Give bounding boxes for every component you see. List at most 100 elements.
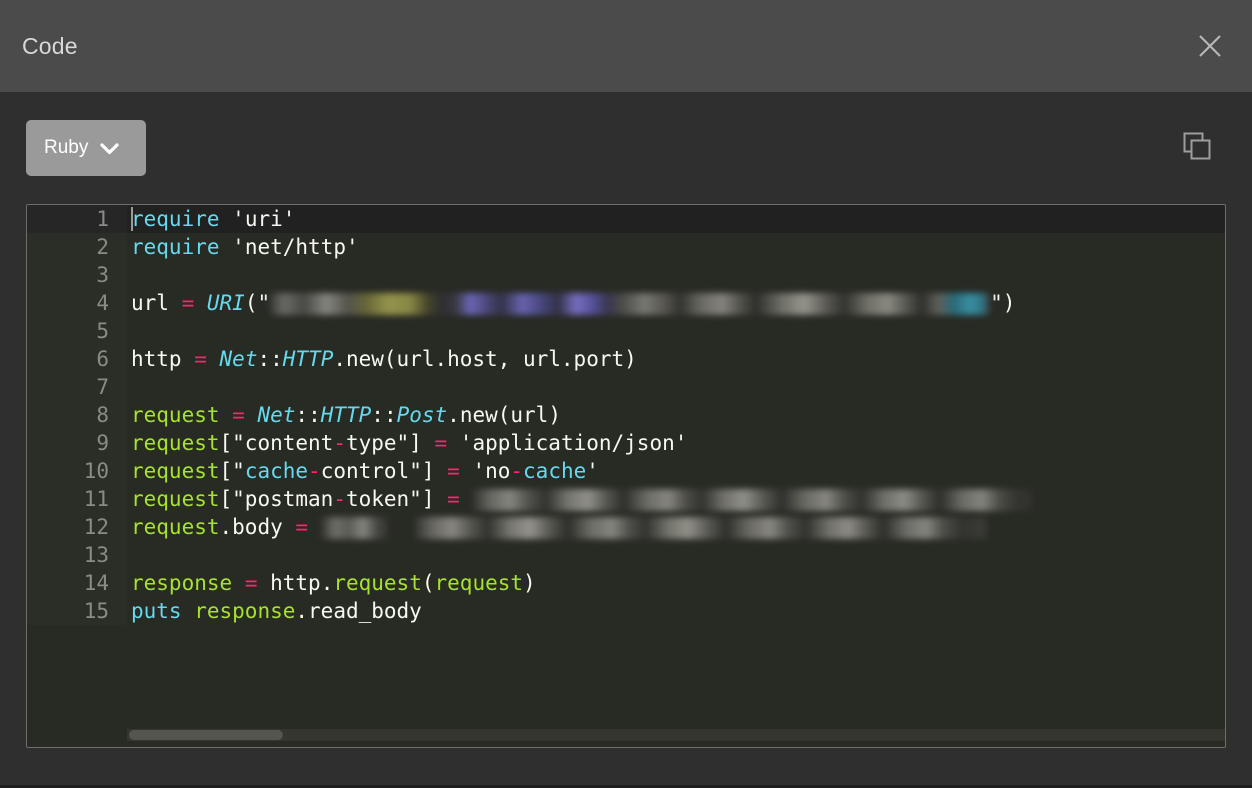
horizontal-scrollbar[interactable]	[127, 729, 1225, 741]
code-token: -	[333, 431, 346, 455]
code-token	[220, 207, 233, 231]
code-token: request	[131, 459, 220, 483]
line-number: 1	[27, 205, 127, 233]
code-token: cache	[523, 459, 586, 483]
modal-body: Ruby 1require 'uri'2require	[0, 92, 1252, 750]
code-line[interactable]: 12request.body =	[27, 513, 1225, 541]
scrollbar-track[interactable]	[127, 729, 1225, 741]
code-line-text: require 'uri'	[127, 205, 1225, 233]
code-token: 'no	[472, 459, 510, 483]
code-line[interactable]: 13	[27, 541, 1225, 569]
code-line[interactable]: 1require 'uri'	[27, 205, 1225, 233]
code-token: =	[245, 571, 258, 595]
redacted-text	[414, 517, 986, 539]
line-number: 13	[27, 541, 127, 569]
code-scroll-area[interactable]: 1require 'uri'2require 'net/http'34url =…	[27, 205, 1225, 747]
code-token: ::	[371, 403, 396, 427]
code-line[interactable]: 9request["content-type"] = 'application/…	[27, 429, 1225, 457]
text-cursor	[131, 207, 133, 231]
language-select-label: Ruby	[44, 137, 88, 159]
code-toolbar: Ruby	[0, 92, 1252, 204]
code-line-text: http = Net::HTTP.new(url.host, url.port)	[127, 345, 1225, 373]
code-token: ["postman	[220, 487, 334, 511]
code-token: -	[510, 459, 523, 483]
code-token: =	[434, 431, 447, 455]
code-line[interactable]: 14response = http.request(request)	[27, 569, 1225, 597]
code-token: ("	[245, 291, 270, 315]
line-number: 15	[27, 597, 127, 625]
code-token: cache	[245, 459, 308, 483]
code-line-text: require 'net/http'	[127, 233, 1225, 261]
code-token: require	[131, 207, 220, 231]
code-line[interactable]: 15puts response.read_body	[27, 597, 1225, 625]
code-line-text: request = Net::HTTP::Post.new(url)	[127, 401, 1225, 429]
code-line[interactable]: 10request["cache-control"] = 'no-cache'	[27, 457, 1225, 485]
code-token: =	[447, 487, 460, 511]
code-modal: Code Ruby	[0, 0, 1252, 788]
code-line[interactable]: 11request["postman-token"] =	[27, 485, 1225, 513]
page-title: Code	[22, 33, 78, 60]
code-line-text: request["postman-token"] =	[127, 485, 1225, 513]
code-token: =	[232, 403, 245, 427]
close-button[interactable]	[1188, 24, 1232, 68]
code-line-text: request["cache-control"] = 'no-cache'	[127, 457, 1225, 485]
code-token: 'uri'	[232, 207, 295, 231]
code-line[interactable]: 4url = URI("")	[27, 289, 1225, 317]
code-token: =	[194, 347, 207, 371]
code-token: puts	[131, 599, 182, 623]
code-lines: 1require 'uri'2require 'net/http'34url =…	[27, 205, 1225, 625]
code-token: request	[131, 403, 220, 427]
code-token	[194, 291, 207, 315]
code-token: request	[131, 487, 220, 511]
code-line-text: puts response.read_body	[127, 597, 1225, 625]
code-line[interactable]: 3	[27, 261, 1225, 289]
code-line[interactable]: 2require 'net/http'	[27, 233, 1225, 261]
redacted-text	[270, 293, 990, 315]
scrollbar-thumb[interactable]	[129, 730, 283, 740]
code-token: request	[131, 515, 220, 539]
code-token: http.	[270, 571, 333, 595]
code-token: =	[447, 459, 460, 483]
code-token	[257, 571, 270, 595]
line-number: 10	[27, 457, 127, 485]
code-line-text: response = http.request(request)	[127, 569, 1225, 597]
code-token: 'net/http'	[232, 235, 358, 259]
code-token: Net	[220, 347, 258, 371]
line-number: 6	[27, 345, 127, 373]
code-token: Net	[257, 403, 295, 427]
code-line[interactable]: 6http = Net::HTTP.new(url.host, url.port…	[27, 345, 1225, 373]
copy-code-button[interactable]	[1174, 125, 1220, 171]
code-token: type"]	[346, 431, 435, 455]
line-number: 2	[27, 233, 127, 261]
redacted-text	[472, 489, 1032, 511]
modal-header: Code	[0, 0, 1252, 92]
code-line-text: request["content-type"] = 'application/j…	[127, 429, 1225, 457]
code-token: ::	[295, 403, 320, 427]
code-token: .body	[220, 515, 296, 539]
code-token	[245, 403, 258, 427]
language-select[interactable]: Ruby	[26, 120, 146, 176]
code-token	[207, 347, 220, 371]
code-line-text: request.body =	[127, 513, 1225, 541]
line-number: 7	[27, 373, 127, 401]
code-line[interactable]: 8request = Net::HTTP::Post.new(url)	[27, 401, 1225, 429]
code-token	[308, 515, 321, 539]
code-editor[interactable]: 1require 'uri'2require 'net/http'34url =…	[26, 204, 1226, 748]
code-token: token"]	[346, 487, 447, 511]
code-token: require	[131, 235, 220, 259]
code-token: response	[194, 599, 295, 623]
code-token: )	[523, 571, 536, 595]
code-token	[389, 515, 414, 539]
code-token: url	[131, 291, 182, 315]
code-line[interactable]: 7	[27, 373, 1225, 401]
code-token: =	[182, 291, 195, 315]
code-token: ["	[220, 459, 245, 483]
line-number: 8	[27, 401, 127, 429]
code-token: .new(url)	[447, 403, 561, 427]
code-token	[220, 403, 233, 427]
code-token	[182, 599, 195, 623]
code-token	[232, 571, 245, 595]
code-line[interactable]: 5	[27, 317, 1225, 345]
line-number: 5	[27, 317, 127, 345]
code-token: request	[435, 571, 524, 595]
